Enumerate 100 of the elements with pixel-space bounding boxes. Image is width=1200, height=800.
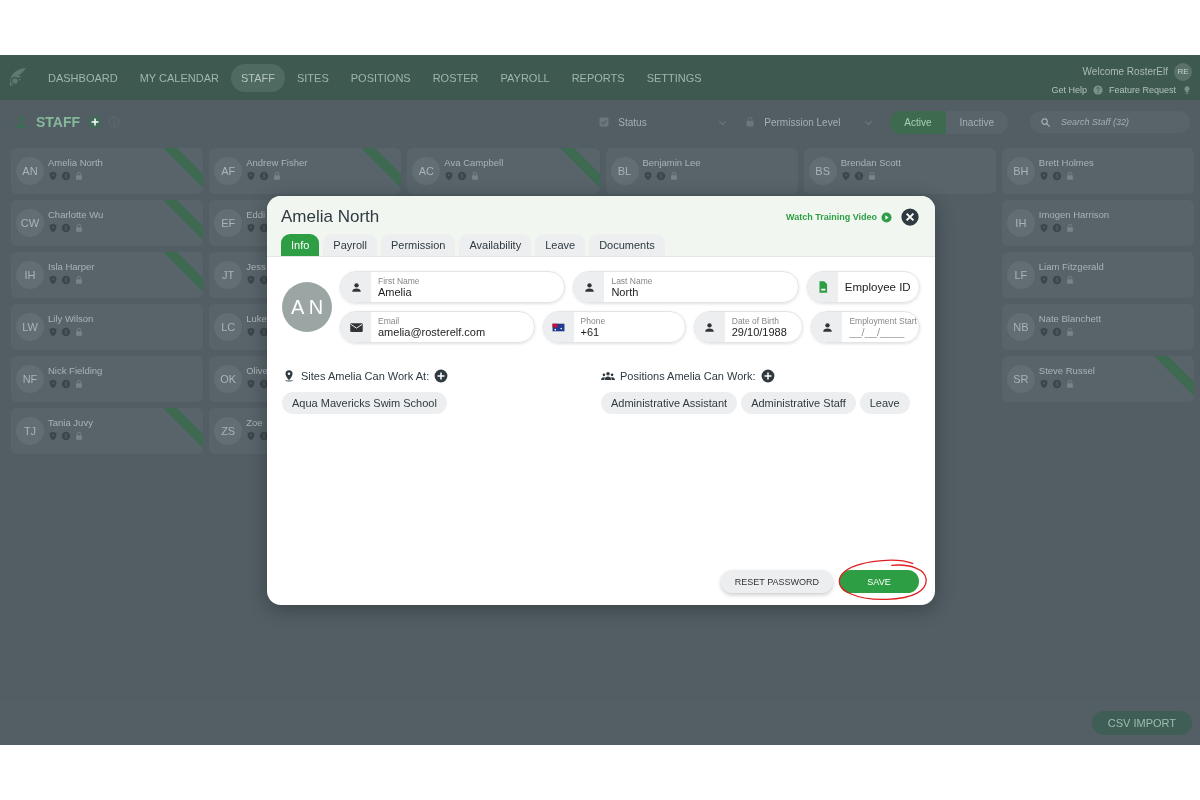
staff-card[interactable]: TJ Tania Juvy (11, 408, 204, 454)
nav-item[interactable]: DASHBOARD (38, 63, 128, 92)
staff-card[interactable]: AF Andrew Fisher (209, 148, 402, 194)
shield-icon (48, 327, 58, 337)
lock-icon (1064, 223, 1075, 233)
training-video-link[interactable]: Watch Training Video (786, 212, 877, 222)
lock-icon (272, 171, 283, 181)
status-toggle[interactable]: Inactive (945, 110, 1008, 134)
staff-avatar: AC (412, 157, 441, 185)
shield-icon (246, 275, 257, 285)
dropdown-label: Permission Level (764, 116, 842, 128)
input-field[interactable]: Amelia (378, 286, 559, 298)
nav-item[interactable]: SITES (286, 63, 339, 92)
input-field[interactable]: 29/10/1988 (731, 326, 797, 338)
nav-item[interactable]: PAYROLL (490, 63, 560, 92)
staff-card[interactable]: CW Charlotte Wu (11, 200, 204, 246)
reset-password-button[interactable]: RESET PASSWORD (720, 570, 833, 593)
play-icon[interactable] (881, 211, 892, 223)
lock-icon (1064, 327, 1075, 337)
person-icon (703, 320, 717, 334)
tab[interactable]: Info (281, 234, 320, 256)
tab[interactable]: Availability (459, 234, 532, 256)
shield-icon (1038, 223, 1049, 233)
staff-name: Lily Wilson (48, 313, 94, 324)
staff-card[interactable]: BH Brett Holmes (1001, 148, 1194, 194)
staff-name: Nate Blanchett (1038, 313, 1102, 324)
lock-icon (74, 223, 84, 233)
input-field[interactable]: North (611, 286, 792, 298)
staff-avatar: BS (808, 157, 837, 185)
staff-card[interactable]: SR Steve Russel (1001, 356, 1194, 402)
input-field[interactable]: Employee ID (844, 281, 913, 293)
staff-name: Ava Campbell (444, 157, 504, 168)
people-icon (601, 369, 615, 383)
tab[interactable]: Payroll (323, 234, 377, 256)
staff-card[interactable]: AC Ava Campbell (407, 148, 600, 194)
csv-import-button[interactable]: CSV IMPORT (1091, 710, 1192, 735)
staff-name: Charlotte Wu (48, 209, 104, 220)
add-icon[interactable] (434, 369, 449, 383)
lock-icon (668, 171, 679, 181)
help-link[interactable]: Get Help (1051, 84, 1087, 95)
staff-avatar: IH (16, 261, 44, 289)
staff-card[interactable]: IH Imogen Harrison (1001, 200, 1194, 246)
tab[interactable]: Documents (589, 234, 665, 256)
staff-name: Zoe (246, 417, 264, 428)
tab[interactable]: Leave (535, 234, 586, 256)
shield-icon (48, 223, 58, 233)
staff-card[interactable]: BS Brendan Scott (803, 148, 996, 194)
staff-card[interactable]: NB Nate Blanchett (1001, 304, 1194, 350)
tab[interactable]: Permission (381, 234, 456, 256)
input-field[interactable]: amelia@rosterelf.com (378, 326, 528, 338)
lock-icon (866, 171, 877, 181)
shield-icon (48, 171, 58, 181)
field-label: Last Name (611, 276, 654, 286)
staff-card[interactable]: NF Nick Fielding (11, 356, 204, 402)
help-icon[interactable] (1092, 84, 1103, 95)
status-toggle[interactable]: Active (890, 110, 946, 134)
field-frame[interactable]: Employment Start __/__/____ (811, 311, 920, 343)
permission-dropdown[interactable]: Permission Level (744, 116, 875, 128)
staff-card[interactable]: LF Liam Fitzgerald (1001, 252, 1194, 298)
user-avatar[interactable]: RE (1174, 62, 1192, 81)
add-staff-icon[interactable] (88, 115, 103, 129)
nav-item[interactable]: SETTINGS (636, 63, 712, 92)
dollar-icon (1051, 171, 1062, 181)
staff-name: Brett Holmes (1038, 157, 1094, 168)
nav-item[interactable]: ROSTER (422, 63, 489, 92)
staff-avatar: NF (16, 365, 44, 393)
staff-avatar: NB (1006, 313, 1035, 341)
staff-avatar: SR (1006, 365, 1035, 393)
search-field-frame[interactable]: Search Staff (32) (1030, 111, 1190, 133)
staff-avatar: LC (214, 313, 243, 341)
lightbulb-icon[interactable] (1182, 84, 1192, 95)
feature-request-link[interactable]: Feature Request (1108, 84, 1176, 95)
checkbox-icon (598, 116, 611, 128)
page-title: STAFF (36, 114, 81, 130)
staff-card[interactable]: AN Amelia North (11, 148, 204, 194)
save-button[interactable]: SAVE (839, 570, 919, 593)
input-field[interactable]: __/__/____ (849, 326, 913, 338)
staff-name: Jess (246, 261, 267, 272)
shield-icon (840, 171, 851, 181)
lock-icon (1064, 379, 1075, 389)
nav-item[interactable]: REPORTS (561, 63, 635, 92)
welcome-text: Welcome RosterElf (1082, 66, 1168, 77)
shield-icon (1038, 379, 1049, 389)
nav-item[interactable]: MY CALENDAR (129, 63, 229, 92)
nav-item[interactable]: POSITIONS (340, 63, 421, 92)
shield-icon (246, 223, 257, 233)
staff-name: Eddi (246, 209, 267, 220)
tag-chip: Administrative Assistant (601, 392, 738, 414)
close-icon[interactable] (901, 208, 919, 226)
search-field[interactable]: Search Staff (32) (1059, 116, 1173, 128)
status-dropdown[interactable]: Status (598, 116, 729, 128)
shield-icon (48, 275, 58, 285)
staff-name: Nick Fielding (48, 365, 103, 376)
input-field[interactable]: +61 (580, 326, 679, 338)
staff-name: Imogen Harrison (1038, 209, 1110, 220)
add-icon[interactable] (760, 369, 775, 383)
staff-card[interactable]: BL Benjamin Lee (605, 148, 798, 194)
staff-card[interactable]: IH Isla Harper (11, 252, 204, 298)
staff-card[interactable]: LW Lily Wilson (11, 304, 204, 350)
nav-item[interactable]: STAFF (230, 63, 285, 92)
